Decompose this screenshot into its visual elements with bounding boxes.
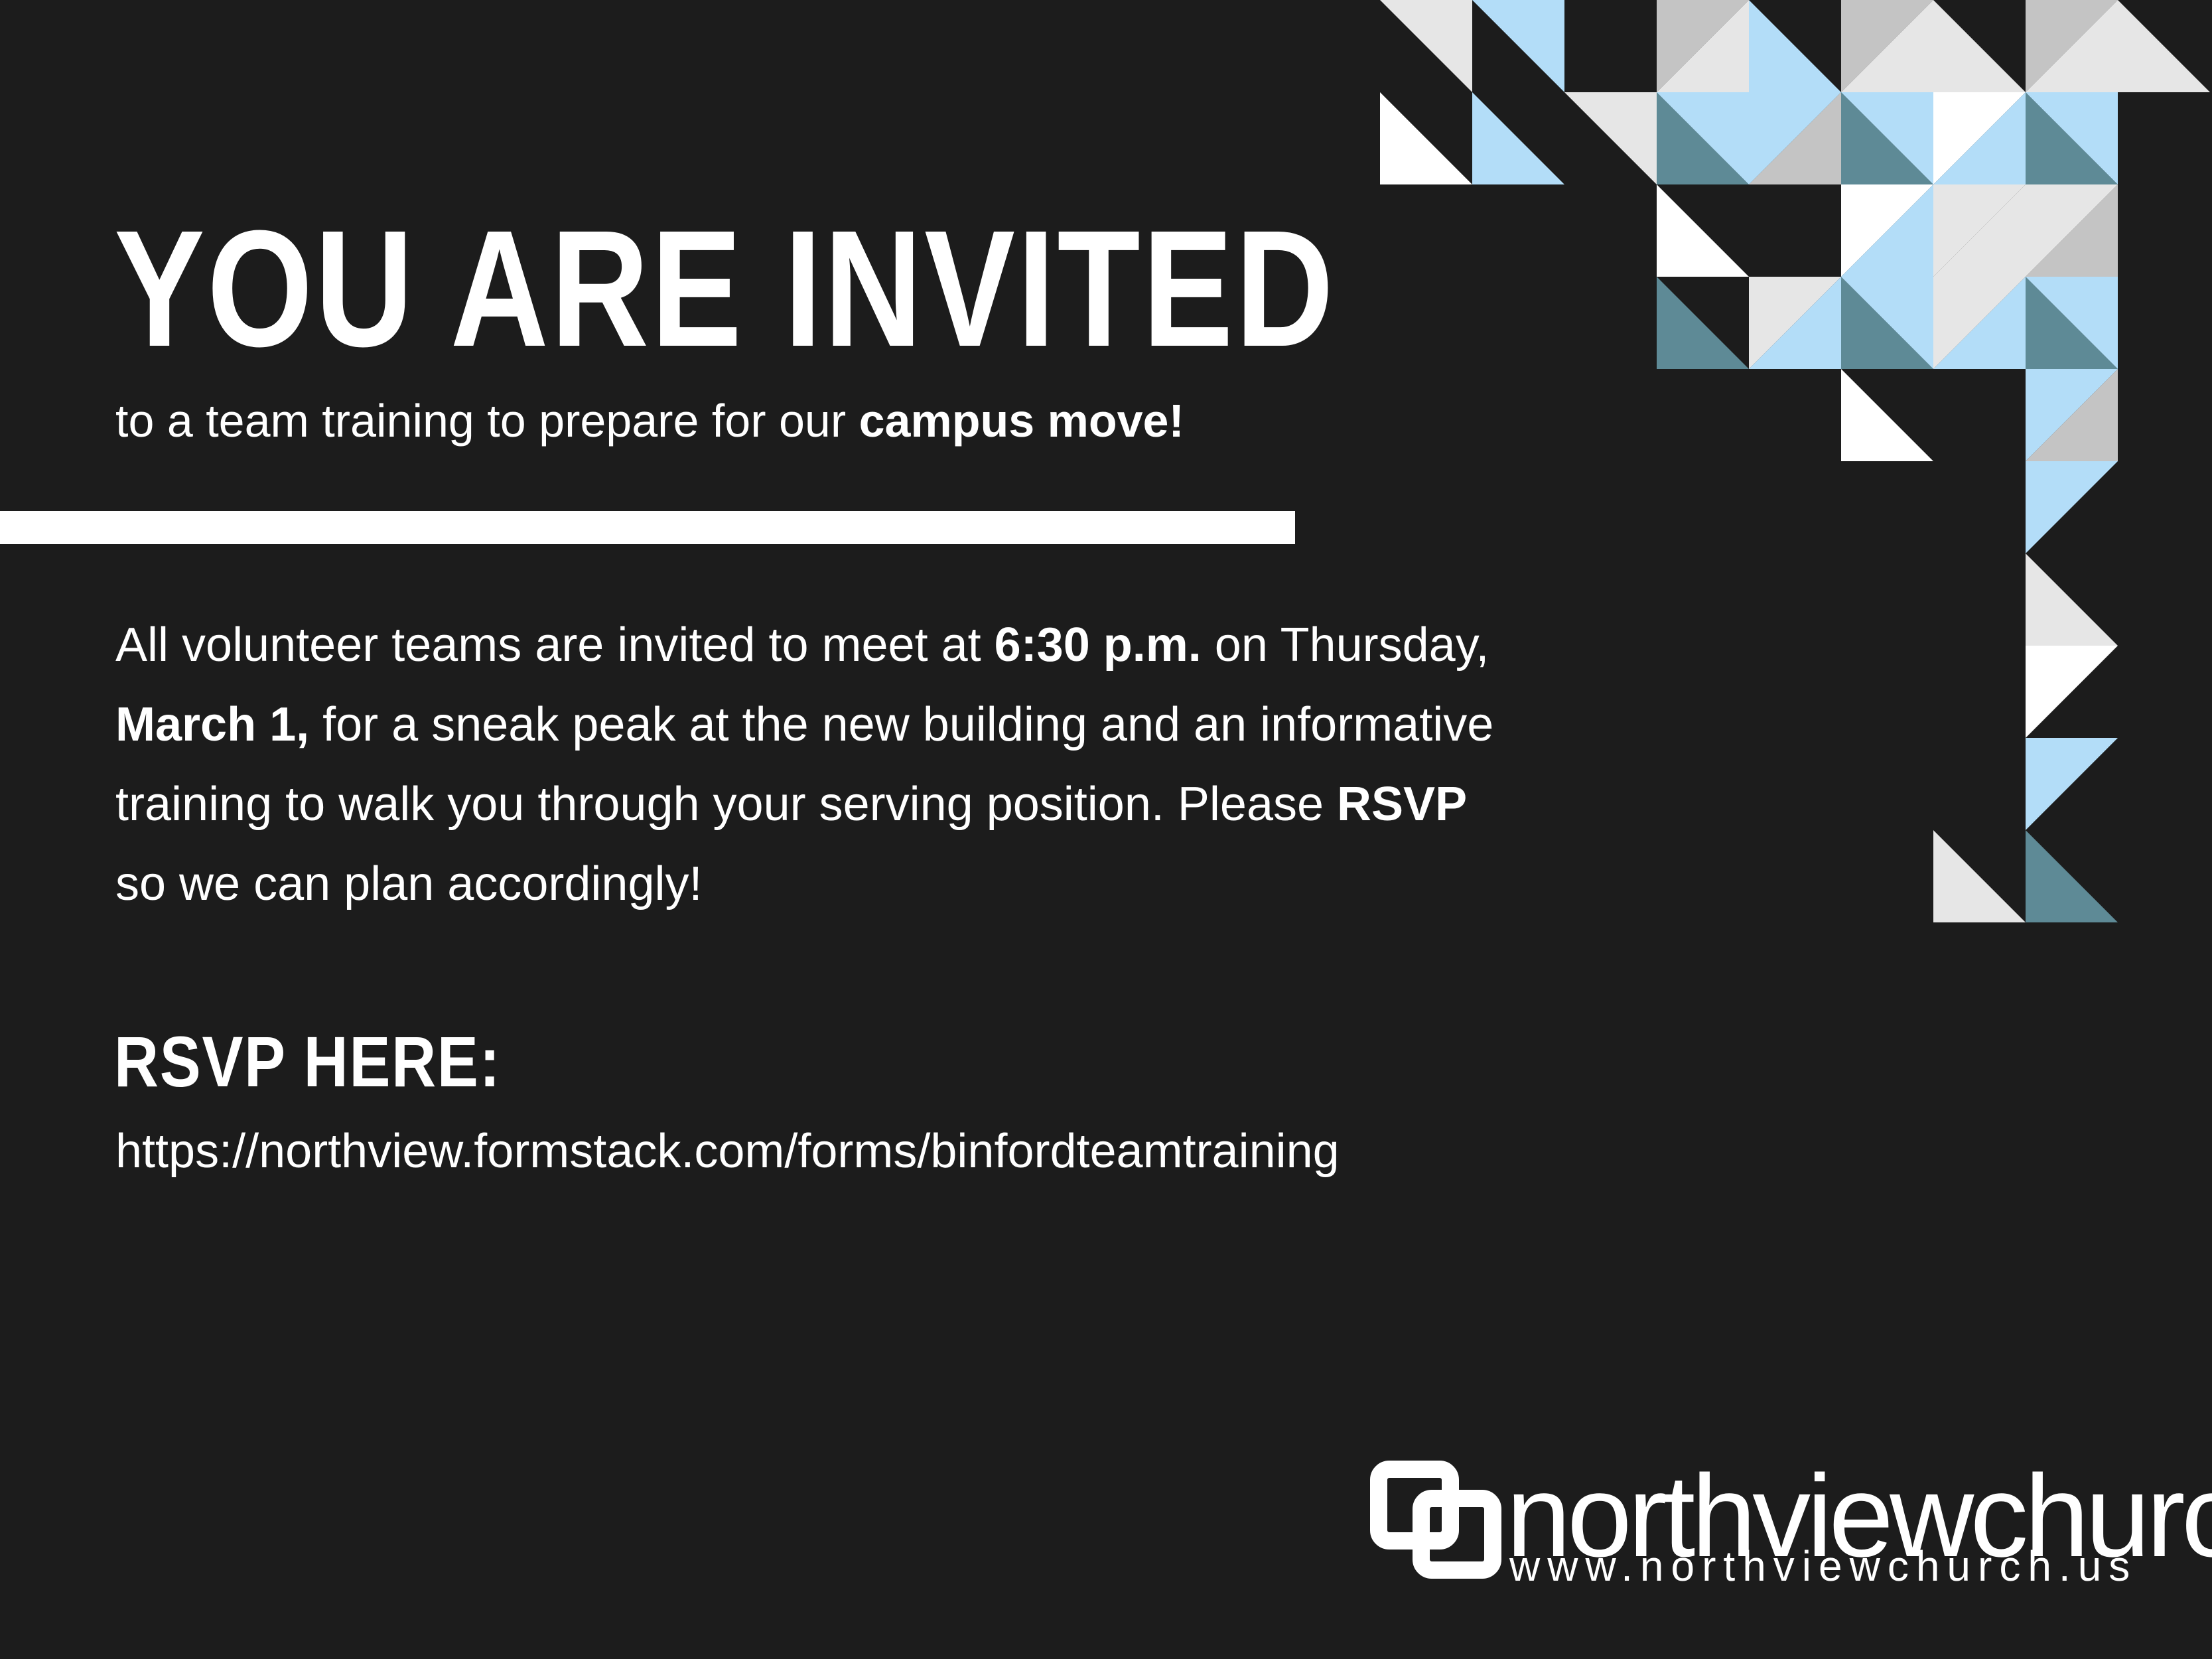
pattern-triangle bbox=[1380, 0, 1472, 92]
invitation-body: All volunteer teams are invited to meet … bbox=[115, 605, 1509, 924]
body-text-3: for a sneak peak at the new building and… bbox=[115, 698, 1494, 831]
body-date: March 1, bbox=[115, 698, 310, 751]
pattern-triangle bbox=[2026, 553, 2118, 646]
pattern-triangle bbox=[1841, 369, 1933, 461]
logo-website: www.northviewchurch.us bbox=[1509, 1542, 2138, 1590]
rsvp-link[interactable]: https://northview.formstack.com/forms/bi… bbox=[115, 1121, 1340, 1181]
pattern-triangle bbox=[1749, 0, 1841, 92]
body-time: 6:30 p.m. bbox=[994, 618, 1202, 672]
body-text-1: All volunteer teams are invited to meet … bbox=[115, 618, 995, 672]
pattern-triangle bbox=[1657, 277, 1749, 369]
pattern-triangle bbox=[2118, 0, 2210, 92]
body-text-2: on Thursday, bbox=[1201, 618, 1489, 672]
pattern-triangle bbox=[1933, 830, 2026, 922]
body-rsvp: RSVP bbox=[1337, 778, 1468, 831]
pattern-triangle bbox=[2026, 830, 2118, 922]
pattern-triangle bbox=[1657, 184, 1749, 277]
invitation-card: YOU ARE INVITED to a team training to pr… bbox=[0, 0, 2212, 1659]
pattern-triangle bbox=[1472, 0, 1564, 92]
overlapping-squares-logo-icon bbox=[1370, 1461, 1501, 1579]
pattern-triangle bbox=[1380, 92, 1472, 184]
body-text-4: so we can plan accordingly! bbox=[115, 857, 703, 910]
subheadline: to a team training to prepare for our ca… bbox=[115, 393, 1184, 449]
pattern-triangle bbox=[1933, 0, 2026, 92]
pattern-triangle bbox=[2026, 646, 2118, 738]
rsvp-heading: RSVP HERE: bbox=[114, 1021, 502, 1102]
subheadline-text: to a team training to prepare for our bbox=[115, 395, 859, 447]
headline: YOU ARE INVITED bbox=[114, 196, 1336, 381]
divider-bar bbox=[0, 511, 1295, 544]
pattern-triangle bbox=[2026, 738, 2118, 830]
subheadline-emphasis: campus move! bbox=[859, 395, 1184, 447]
pattern-triangle bbox=[1472, 92, 1564, 184]
pattern-triangle bbox=[2026, 461, 2118, 553]
pattern-triangle bbox=[1564, 92, 1657, 184]
